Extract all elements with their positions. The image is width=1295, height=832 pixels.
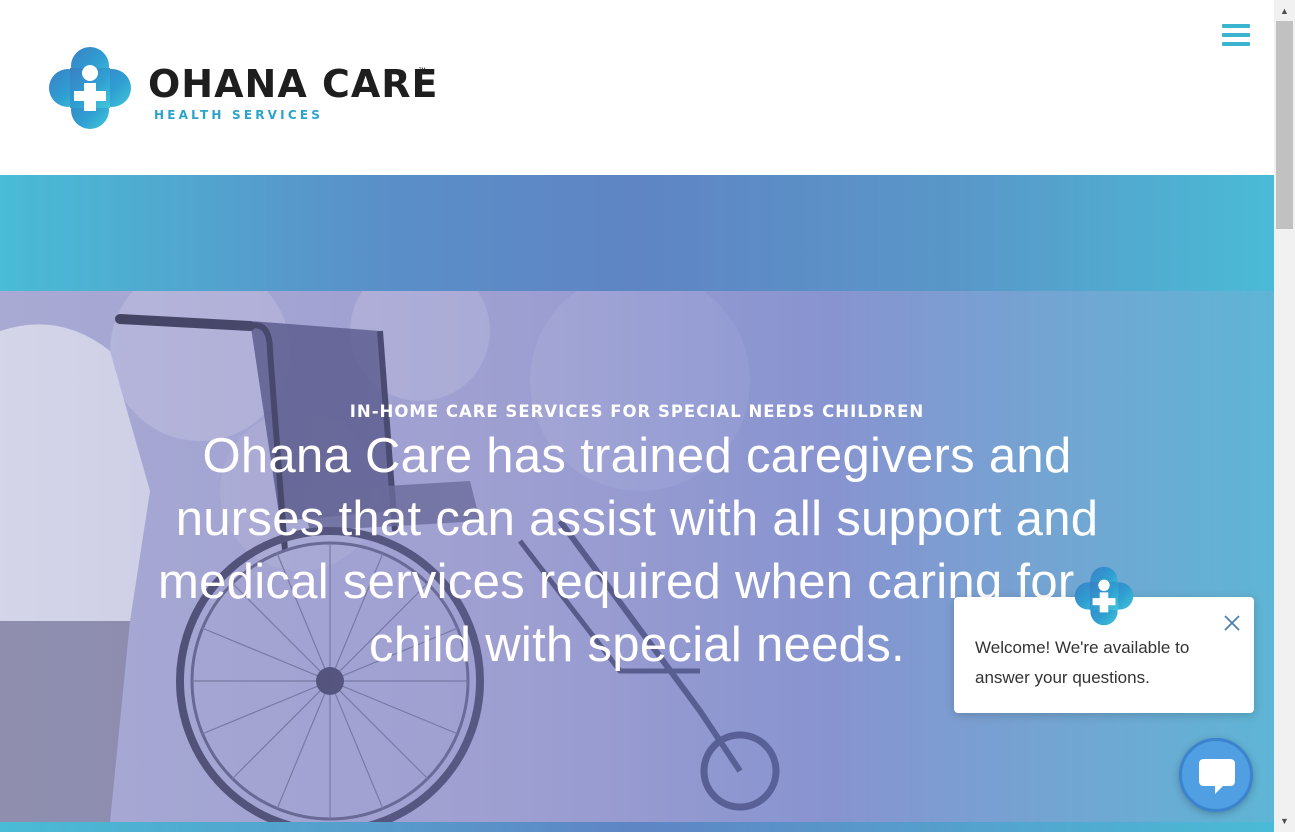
logo-wordmark: OHANA CARE [148, 62, 439, 106]
scroll-down-arrow-icon[interactable]: ▼ [1274, 812, 1295, 832]
site-header: OHANA CARE ™ HEALTH SERVICES [0, 0, 1274, 175]
scroll-up-arrow-icon[interactable]: ▲ [1274, 0, 1295, 20]
section-divider [0, 822, 1274, 832]
logo-trademark: ™ [418, 66, 426, 75]
scrollbar-thumb[interactable] [1276, 21, 1293, 229]
site-logo[interactable]: OHANA CARE ™ HEALTH SERVICES [48, 46, 438, 130]
close-icon[interactable] [1222, 613, 1242, 633]
chat-welcome-message: Welcome! We're available to answer your … [975, 638, 1190, 687]
hamburger-menu-icon[interactable] [1222, 24, 1250, 48]
page: OHANA CARE ™ HEALTH SERVICES IN-HOME CAR… [0, 0, 1295, 832]
hero-eyebrow: IN-HOME CARE SERVICES FOR SPECIAL NEEDS … [349, 402, 925, 421]
gradient-banner [0, 175, 1274, 291]
chat-launcher-button[interactable] [1179, 738, 1253, 812]
menu-bar [1222, 42, 1250, 46]
menu-bar [1222, 33, 1250, 37]
ohana-care-logo-icon [49, 47, 131, 129]
page-scrollbar[interactable]: ▲ ▼ [1274, 0, 1295, 832]
hero-section: IN-HOME CARE SERVICES FOR SPECIAL NEEDS … [0, 291, 1274, 822]
menu-bar [1222, 24, 1250, 28]
logo-subtitle: HEALTH SERVICES [154, 108, 324, 122]
chat-bubble-icon [1199, 759, 1235, 794]
chat-avatar-logo-icon [1074, 566, 1134, 626]
